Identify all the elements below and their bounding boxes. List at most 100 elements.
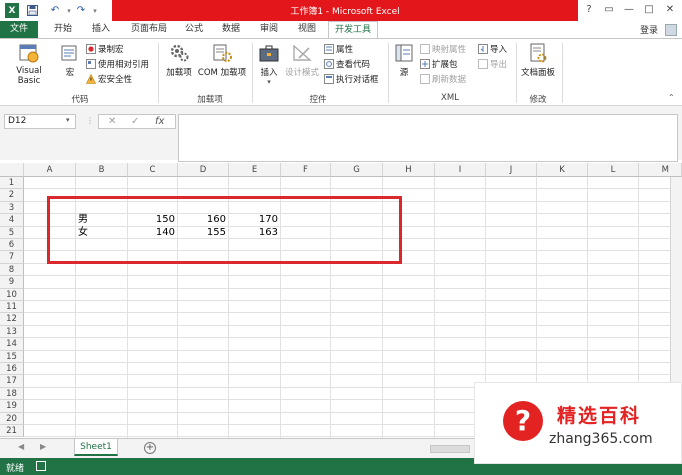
formula-bar: D12 ▾ ⋮ ✕ ✓ fx [0, 106, 682, 162]
com-addins-button[interactable]: COM 加载项 [196, 42, 248, 78]
maximize-icon[interactable]: □ [640, 2, 658, 18]
import-button[interactable]: 导入 [478, 43, 507, 55]
tab-review[interactable]: 审阅 [252, 21, 286, 38]
row-header-1[interactable]: 1 [0, 177, 24, 190]
insert-control-button[interactable]: 插入 ▾ [256, 42, 282, 86]
row-header-2[interactable]: 2 [0, 189, 24, 202]
cancel-icon[interactable]: ✕ [108, 116, 116, 127]
design-mode-button[interactable]: 设计模式 [284, 42, 320, 78]
row-header-3[interactable]: 3 [0, 201, 24, 215]
design-mode-icon [291, 42, 313, 64]
column-header-f[interactable]: F [281, 163, 331, 177]
export-icon [478, 59, 488, 69]
column-header-d[interactable]: D [178, 163, 229, 177]
row-header-16[interactable]: 16 [0, 363, 24, 376]
column-header-m[interactable]: M [639, 163, 682, 177]
map-properties-icon [420, 44, 430, 54]
enter-icon[interactable]: ✓ [131, 116, 139, 127]
undo-icon[interactable]: ↶ [48, 3, 62, 18]
addins-button[interactable]: 加载项 [164, 42, 194, 78]
next-sheet-icon[interactable]: ▶ [40, 442, 46, 451]
tab-view[interactable]: 视图 [290, 21, 324, 38]
add-sheet-icon[interactable]: + [144, 442, 156, 454]
addins-label: 加载项 [166, 68, 192, 78]
run-dialog-label: 执行对话框 [336, 75, 379, 85]
expansion-packs-button[interactable]: 扩展包 [420, 58, 458, 70]
row-header-9[interactable]: 9 [0, 276, 24, 289]
column-header-h[interactable]: H [383, 163, 435, 177]
close-icon[interactable]: ✕ [661, 2, 679, 18]
toolbox-icon [258, 42, 280, 64]
column-header-b[interactable]: B [76, 163, 128, 177]
minimize-icon[interactable]: — [620, 2, 638, 18]
save-icon[interactable] [25, 3, 39, 18]
row-header-13[interactable]: 13 [0, 325, 24, 339]
tab-insert[interactable]: 插入 [84, 21, 118, 38]
row-header-12[interactable]: 12 [0, 313, 24, 326]
export-button[interactable]: 导出 [478, 58, 507, 70]
com-addins-icon [211, 42, 233, 64]
tab-data[interactable]: 数据 [214, 21, 248, 38]
record-macro-label: 录制宏 [98, 45, 124, 55]
relative-refs-button[interactable]: 使用相对引用 [86, 58, 149, 70]
avatar[interactable] [665, 24, 677, 36]
row-header-17[interactable]: 17 [0, 375, 24, 388]
document-panel-button[interactable]: 文档面板 [520, 42, 556, 78]
row-header-14[interactable]: 14 [0, 338, 24, 351]
visual-basic-button[interactable]: Visual Basic [4, 42, 54, 86]
macros-button[interactable]: 宏 [58, 42, 82, 78]
tab-developer[interactable]: 开发工具 [328, 21, 378, 38]
column-header-e[interactable]: E [229, 163, 281, 177]
row-header-6[interactable]: 6 [0, 239, 24, 252]
insert-function-icon[interactable]: fx [155, 116, 164, 127]
row-header-11[interactable]: 11 [0, 301, 24, 314]
select-all-corner[interactable] [0, 163, 24, 177]
horizontal-scrollbar[interactable] [430, 445, 470, 453]
xml-source-button[interactable]: 源 [392, 42, 416, 78]
tab-page-layout[interactable]: 页面布局 [124, 21, 174, 38]
column-header-i[interactable]: I [435, 163, 486, 177]
name-box-dropdown-icon[interactable]: ▾ [66, 116, 70, 124]
group-divider [516, 43, 517, 103]
refresh-icon [420, 74, 430, 84]
column-header-k[interactable]: K [537, 163, 588, 177]
prev-sheet-icon[interactable]: ◀ [18, 442, 24, 451]
column-header-g[interactable]: G [331, 163, 383, 177]
macro-record-status-icon[interactable] [36, 461, 46, 471]
view-code-icon [324, 59, 334, 69]
gear-icon [168, 42, 190, 64]
row-header-7[interactable]: 7 [0, 251, 24, 264]
login-link[interactable]: 登录 [640, 23, 658, 36]
refresh-data-button[interactable]: 刷新数据 [420, 73, 466, 85]
row-header-21[interactable]: 21 [0, 425, 24, 438]
row-header-8[interactable]: 8 [0, 263, 24, 277]
redo-icon[interactable]: ↷ [74, 3, 88, 18]
row-header-20[interactable]: 20 [0, 412, 24, 425]
row-header-15[interactable]: 15 [0, 350, 24, 363]
view-code-button[interactable]: 查看代码 [324, 58, 370, 70]
tab-home[interactable]: 开始 [46, 21, 80, 38]
column-header-l[interactable]: L [588, 163, 639, 177]
record-macro-button[interactable]: 录制宏 [86, 43, 124, 55]
ribbon-display-icon[interactable]: ▭ [600, 2, 618, 18]
run-dialog-button[interactable]: 执行对话框 [324, 73, 379, 85]
map-properties-button[interactable]: 映射属性 [420, 43, 466, 55]
sheet-tab-sheet1[interactable]: Sheet1 [74, 439, 118, 456]
collapse-ribbon-icon[interactable]: ⌃ [668, 93, 675, 102]
column-header-c[interactable]: C [128, 163, 178, 177]
watermark: ? 精选百科 zhang365.com [474, 382, 682, 464]
tab-formulas[interactable]: 公式 [178, 21, 210, 38]
tab-file[interactable]: 文件 [0, 21, 38, 38]
help-icon[interactable]: ? [580, 2, 598, 18]
row-header-19[interactable]: 19 [0, 400, 24, 413]
redo-dropdown-icon[interactable]: ▾ [88, 3, 102, 18]
row-header-5[interactable]: 5 [0, 226, 24, 239]
row-header-10[interactable]: 10 [0, 288, 24, 301]
macro-security-button[interactable]: 宏安全性 [86, 73, 132, 85]
properties-button[interactable]: 属性 [324, 43, 353, 55]
formula-input[interactable] [178, 114, 678, 162]
column-header-a[interactable]: A [24, 163, 76, 177]
column-header-j[interactable]: J [486, 163, 537, 177]
row-header-4[interactable]: 4 [0, 214, 24, 227]
row-header-18[interactable]: 18 [0, 387, 24, 401]
